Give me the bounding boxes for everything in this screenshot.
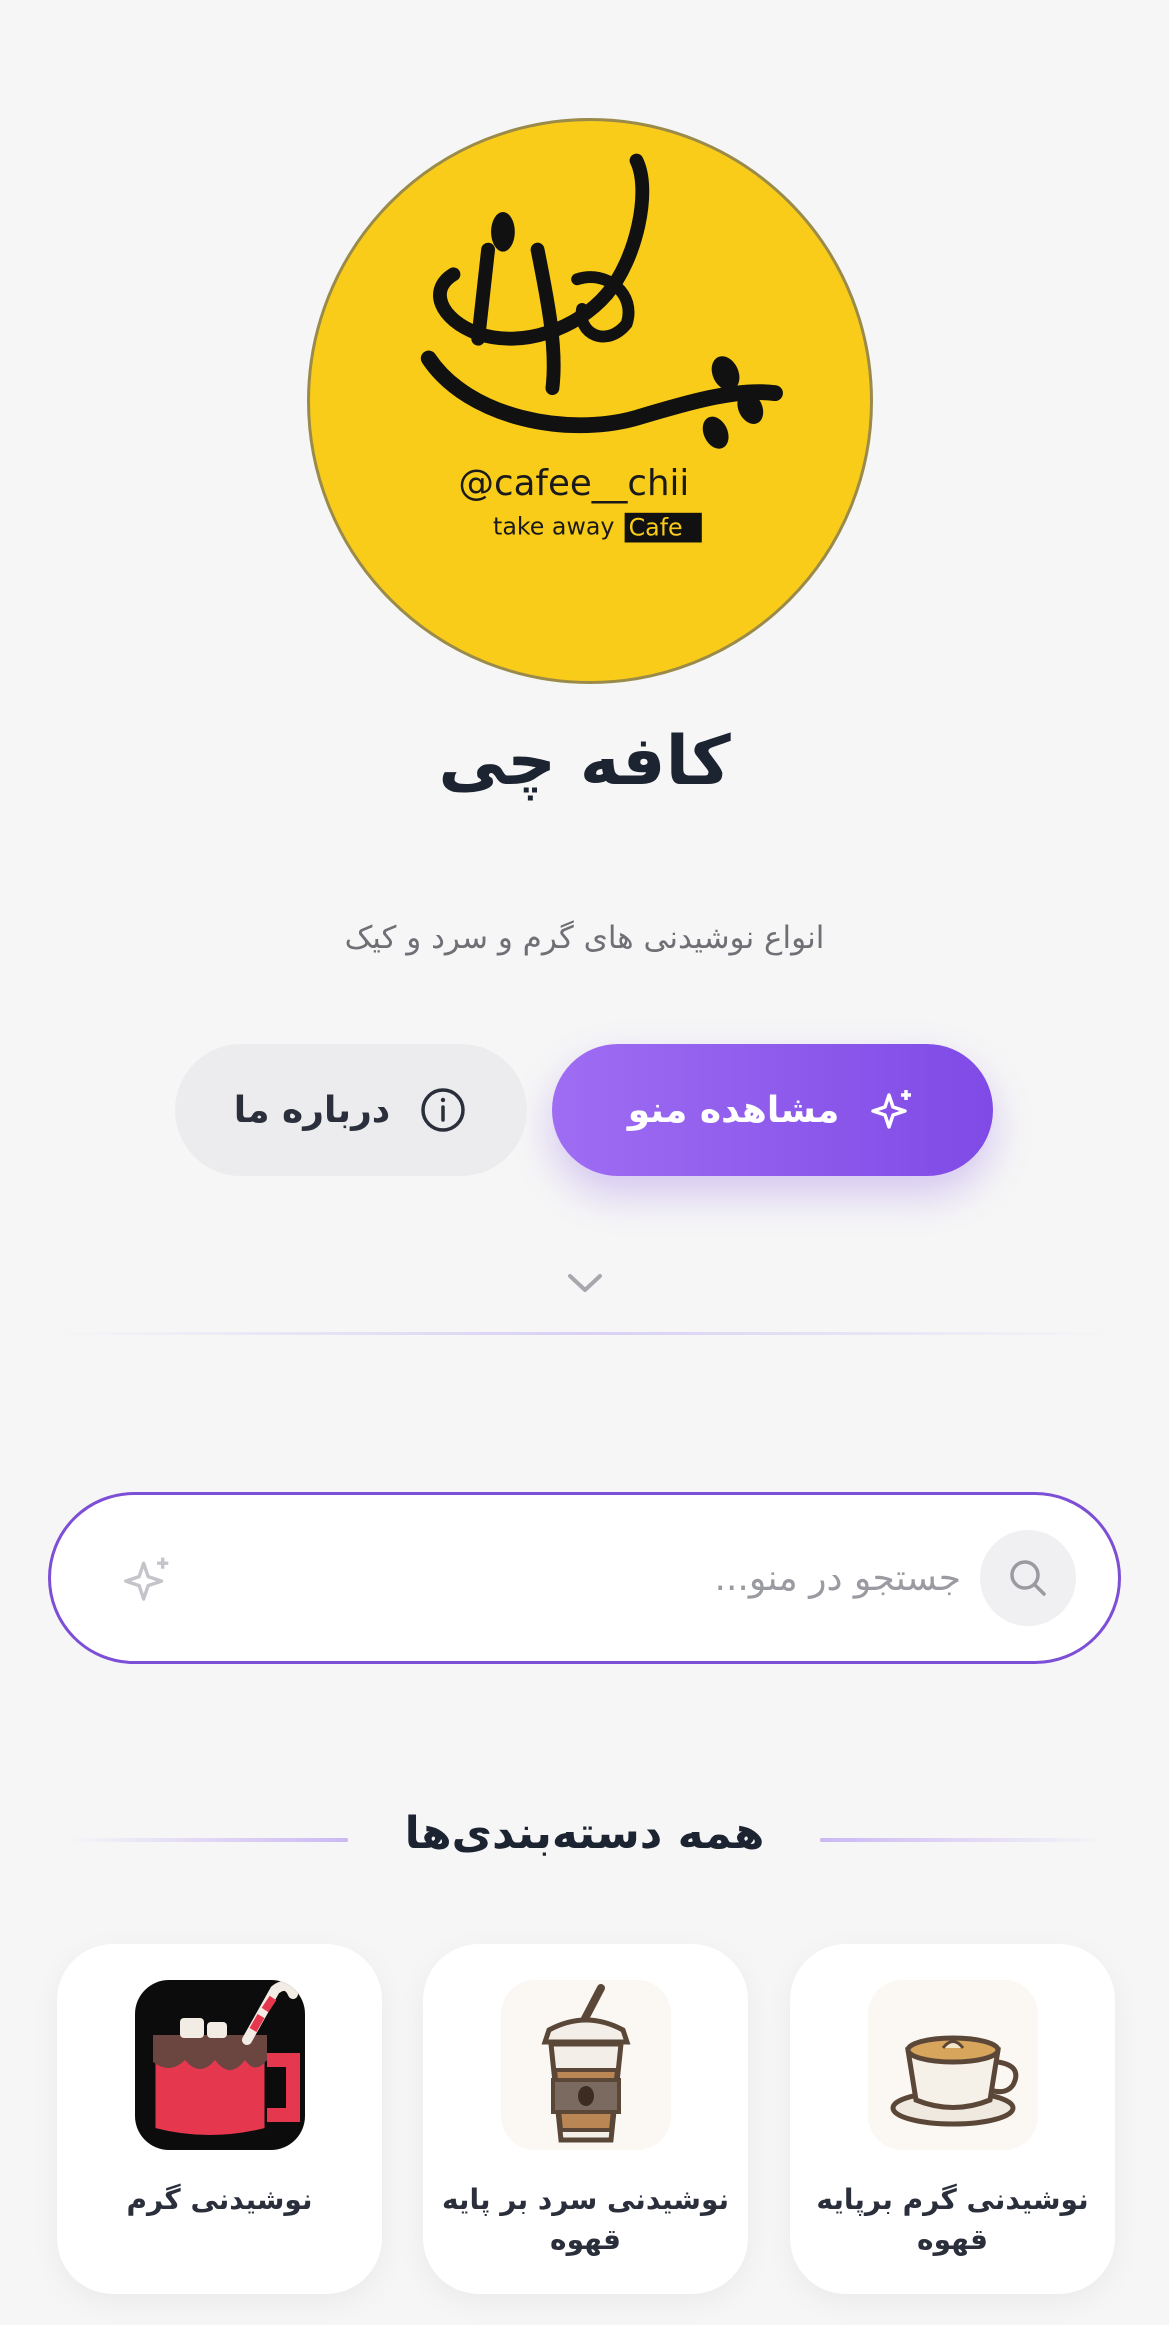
iced-coffee-icon [501, 1980, 671, 2150]
search-icon [1010, 1560, 1046, 1596]
category-label: نوشیدنی سرد بر پایه قهوه [441, 2183, 730, 2256]
info-icon [418, 1085, 468, 1135]
cafe-logo: @cafee__chii take away Cafe [307, 118, 873, 684]
section-divider [50, 1332, 1119, 1335]
category-card[interactable]: نوشیدنی سرد بر پایه قهوه [423, 1944, 748, 2294]
search-bar [48, 1492, 1121, 1664]
category-label: نوشیدنی گرم [126, 2183, 313, 2216]
chevron-down-icon[interactable] [562, 1266, 608, 1300]
category-label: نوشیدنی گرم برپایه قهوه [816, 2183, 1089, 2256]
category-card[interactable]: نوشیدنی گرم برپایه قهوه [790, 1944, 1115, 2294]
cafe-tagline: انواع نوشیدنی های گرم و سرد و کیک [344, 920, 825, 956]
hot-chocolate-mug-icon [135, 1980, 305, 2150]
logo-handle: @cafee__chii [458, 463, 689, 504]
categories-heading: همه دسته‌بندی‌ها [404, 1808, 765, 1859]
logo-tagline: take away [493, 513, 614, 541]
view-menu-button[interactable]: مشاهده منو [552, 1044, 993, 1176]
view-menu-label: مشاهده منو [627, 1089, 840, 1131]
about-us-button[interactable]: درباره ما [175, 1044, 527, 1176]
search-input[interactable] [241, 1540, 981, 1616]
about-us-label: درباره ما [233, 1089, 391, 1131]
sparkle-icon [119, 1552, 175, 1608]
cafe-name: کافه چی [438, 722, 731, 801]
search-button[interactable] [980, 1530, 1076, 1626]
logo-badge: Cafe [629, 514, 683, 542]
sparkle-icon [867, 1085, 917, 1135]
latte-cup-icon [868, 1980, 1038, 2150]
category-card[interactable]: نوشیدنی گرم [57, 1944, 382, 2294]
